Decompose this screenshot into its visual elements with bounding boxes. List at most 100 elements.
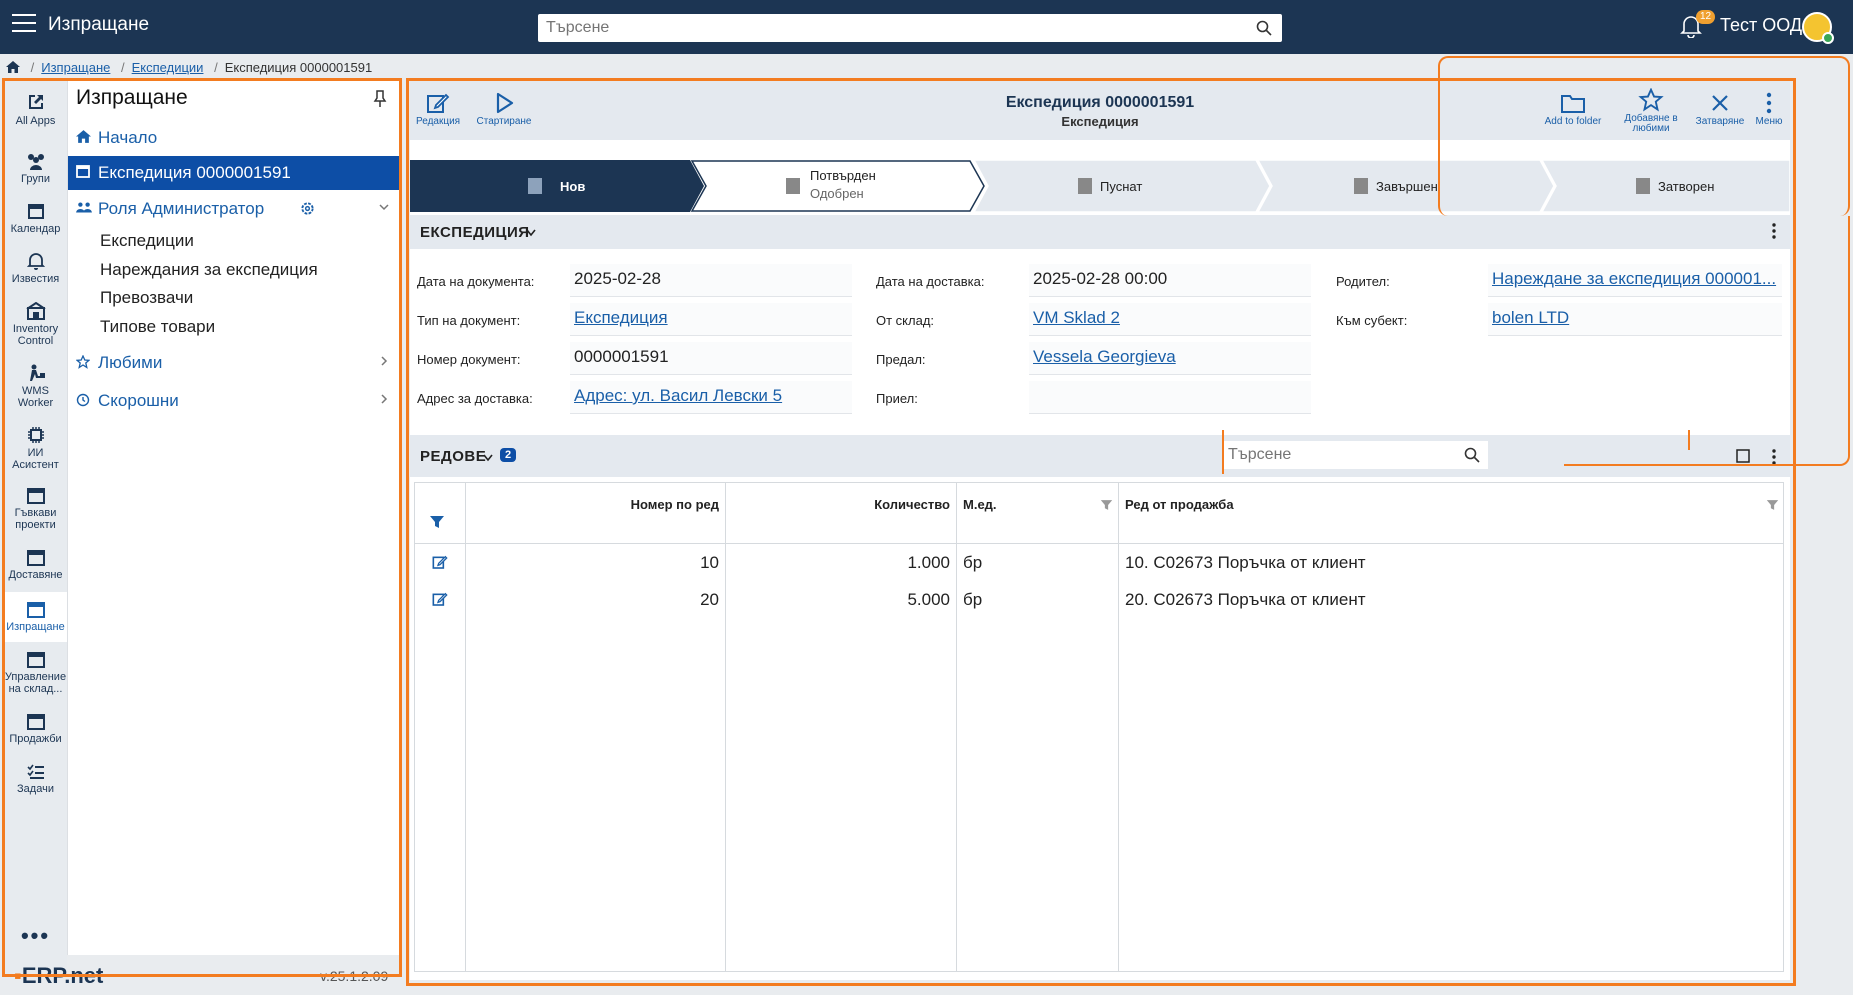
add-to-favorites-button[interactable]: Добавяне в любими: [1618, 88, 1684, 134]
select-all-checkbox-icon[interactable]: [1736, 449, 1750, 463]
add-to-favorites-label: Добавяне в любими: [1624, 113, 1678, 134]
tasks-icon: [26, 764, 44, 779]
lines-section-header[interactable]: РЕДОВЕ 2: [410, 435, 1790, 477]
state-step-label: Завършен: [1376, 179, 1438, 194]
state-step-label: Потвърден: [810, 168, 876, 183]
state-step-completed[interactable]: Завършен: [1257, 160, 1555, 212]
rail-label: Задачи: [17, 783, 54, 795]
section-title: РЕДОВЕ: [420, 448, 487, 465]
row-edit-icon[interactable]: [432, 554, 448, 570]
parent-field[interactable]: Нареждане за експедиция 000001...: [1488, 264, 1782, 297]
from-store-field[interactable]: VM Sklad 2: [1029, 303, 1311, 336]
state-step-released[interactable]: Пуснат: [973, 160, 1271, 212]
section-kebab-icon[interactable]: [1772, 223, 1776, 239]
rail-item-all-apps[interactable]: All Apps: [4, 92, 67, 127]
delivery-address-link[interactable]: Адрес: ул. Васил Левски 5: [574, 386, 782, 405]
nav-item-role[interactable]: Роля Администратор: [68, 192, 400, 226]
nav-item-home[interactable]: Начало: [68, 121, 400, 155]
column-header-line-no[interactable]: Номер по ред: [465, 497, 719, 512]
search-icon[interactable]: [1464, 447, 1480, 463]
state-released-icon: [1078, 178, 1092, 194]
state-step-closed[interactable]: Затворен: [1541, 160, 1790, 212]
nav-subitem-shipment-orders[interactable]: Нареждания за експедиция: [100, 260, 318, 280]
cell-quantity: 1.000: [907, 553, 950, 572]
rail-item-ai-assistant[interactable]: ИИ Асистент: [4, 426, 67, 471]
search-icon[interactable]: [1256, 20, 1272, 36]
section-kebab-icon[interactable]: [1772, 449, 1776, 465]
column-filter-icon[interactable]: [1766, 499, 1779, 511]
nav-subitem-shipments[interactable]: Експедиции: [100, 231, 194, 251]
nav-item-current-shipment[interactable]: Експедиция 0000001591: [68, 156, 400, 190]
row-edit-icon[interactable]: [432, 591, 448, 607]
received-by-field[interactable]: [1029, 381, 1311, 414]
chevron-down-icon[interactable]: [483, 454, 493, 462]
chevron-right-icon[interactable]: [378, 355, 390, 367]
column-header-unit[interactable]: М.ед.: [963, 497, 997, 512]
delivery-address-field[interactable]: Адрес: ул. Васил Левски 5: [570, 381, 852, 414]
state-confirmed-icon: [786, 178, 800, 194]
nav-subitem-carriers[interactable]: Превозвачи: [100, 288, 193, 308]
rail-label: Гъвкави проекти: [14, 507, 57, 531]
state-step-confirmed[interactable]: Потвърден Одобрен: [690, 160, 985, 212]
column-filter-icon[interactable]: [1100, 499, 1113, 511]
folder-icon: [1561, 95, 1585, 113]
from-store-link[interactable]: VM Sklad 2: [1033, 308, 1120, 327]
handed-by-link[interactable]: Vessela Georgieva: [1033, 347, 1176, 366]
handed-by-field[interactable]: Vessela Georgieva: [1029, 342, 1311, 375]
rail-item-warehouse-management[interactable]: Управление на склад...: [4, 652, 67, 695]
doc-number-field[interactable]: 0000001591: [570, 342, 852, 375]
delivery-date-field[interactable]: 2025-02-28 00:00: [1029, 264, 1311, 297]
pin-icon[interactable]: [373, 90, 387, 108]
received-by-label: Приел:: [876, 391, 918, 406]
rail-item-calendar[interactable]: Календар: [4, 202, 67, 235]
shipment-section-header[interactable]: ЕКСПЕДИЦИЯ: [410, 215, 1790, 249]
state-step-label: Нов: [560, 179, 585, 194]
doc-type-link[interactable]: Експедиция: [574, 308, 668, 327]
chevron-down-icon[interactable]: [378, 201, 390, 213]
global-search-input[interactable]: [538, 14, 1228, 42]
chevron-right-icon[interactable]: [378, 393, 390, 405]
window-icon: [26, 602, 45, 618]
breadcrumb-link-shipping[interactable]: Изпращане: [41, 60, 110, 75]
window-icon: [26, 714, 45, 730]
rail-label: Изпращане: [6, 621, 65, 633]
more-apps-icon[interactable]: •••: [4, 925, 67, 947]
rail-item-flex-projects[interactable]: Гъвкави проекти: [4, 488, 67, 531]
parent-link[interactable]: Нареждане за експедиция 000001...: [1492, 269, 1776, 288]
lines-search[interactable]: [1222, 441, 1488, 469]
lines-search-input[interactable]: [1222, 441, 1452, 469]
user-avatar[interactable]: [1802, 12, 1834, 44]
delivery-date-label: Дата на доставка:: [876, 274, 985, 289]
add-to-folder-button[interactable]: Add to folder: [1538, 92, 1608, 127]
subject-field[interactable]: bolen LTD: [1488, 303, 1782, 336]
rail-item-notifications[interactable]: Известия: [4, 252, 67, 285]
home-icon[interactable]: [6, 61, 20, 73]
state-step-new[interactable]: Нов: [410, 160, 704, 212]
settings-gear-icon[interactable]: [300, 201, 315, 216]
subject-link[interactable]: bolen LTD: [1492, 308, 1569, 327]
breadcrumb-link-shipments[interactable]: Експедиции: [132, 60, 204, 75]
doc-type-field[interactable]: Експедиция: [570, 303, 852, 336]
rail-item-tasks[interactable]: Задачи: [4, 764, 67, 795]
doc-date-field[interactable]: 2025-02-28: [570, 264, 852, 297]
company-name[interactable]: Тест ООД: [1720, 15, 1802, 36]
rail-item-shipping[interactable]: Изпращане: [4, 592, 67, 642]
nav-subitem-cargo-types[interactable]: Типове товари: [100, 317, 215, 337]
global-search[interactable]: [538, 14, 1282, 42]
nav-item-recent[interactable]: Скорошни: [68, 384, 400, 418]
column-header-quantity[interactable]: Количество: [725, 497, 950, 512]
close-button[interactable]: Затваряне: [1690, 92, 1750, 127]
rail-item-wms-worker[interactable]: WMS Worker: [4, 364, 67, 409]
hamburger-menu-icon[interactable]: [12, 14, 36, 34]
rail-item-sales[interactable]: Продажби: [4, 714, 67, 745]
nav-item-favorites[interactable]: Любими: [68, 346, 400, 380]
menu-button[interactable]: Меню: [1752, 92, 1786, 127]
cell-sales-line: 10. C02673 Поръчка от клиент: [1125, 553, 1366, 572]
rail-item-groups[interactable]: Групи: [4, 152, 67, 185]
rail-item-inventory-control[interactable]: Inventory Control: [4, 302, 67, 347]
column-header-sales-line[interactable]: Ред от продажба: [1125, 497, 1234, 512]
rail-label: ИИ Асистент: [12, 447, 59, 471]
chevron-down-icon[interactable]: [526, 229, 536, 237]
filter-icon[interactable]: [429, 515, 445, 529]
rail-item-delivery[interactable]: Доставяне: [4, 550, 67, 581]
